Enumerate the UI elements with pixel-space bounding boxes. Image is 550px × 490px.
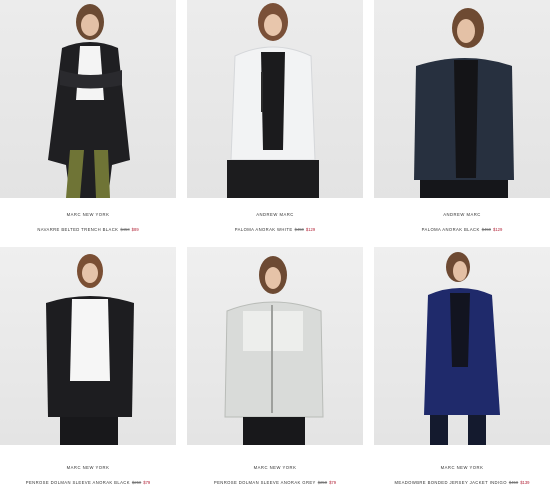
product-name[interactable]: PALOMA ANORAK BLACK: [422, 227, 480, 232]
product-image[interactable]: [0, 0, 176, 198]
product-brand: MARC NEW YORK: [253, 465, 297, 470]
sale-price: $129: [305, 227, 316, 233]
product-brand: ANDREW MARC: [443, 212, 481, 217]
sale-price: $129: [493, 227, 503, 233]
sale-price: $79: [143, 480, 151, 486]
original-price: $250: [131, 480, 142, 486]
product-image[interactable]: [187, 247, 363, 445]
product-info: MARC NEW YORK PENROSE DOLMAN SLEEVE ANOR…: [0, 465, 176, 490]
product-brand: MARC NEW YORK: [66, 465, 110, 470]
original-price: $450: [508, 480, 519, 486]
product-brand: MARC NEW YORK: [440, 465, 484, 470]
product-name[interactable]: PALOMA ANORAK WHITE: [235, 227, 293, 232]
product-info: ANDREW MARC PALOMA ANORAK WHITE $450 $129: [187, 212, 363, 237]
product-name[interactable]: NAVARRE BELTED TRENCH BLACK: [37, 227, 118, 232]
model-photo-grey-anorak: [224, 256, 324, 445]
model-photo-indigo-jacket: [424, 252, 500, 445]
product-brand: MARC NEW YORK: [66, 212, 110, 217]
product-info: ANDREW MARC PALOMA ANORAK BLACK $450 $129: [374, 212, 550, 237]
product-grid: MARC NEW YORK NAVARRE BELTED TRENCH BLAC…: [0, 0, 550, 485]
product-info: MARC NEW YORK NAVARRE BELTED TRENCH BLAC…: [0, 212, 176, 237]
product-image[interactable]: [187, 0, 363, 198]
sale-price: $139: [520, 480, 530, 486]
original-price: $450: [481, 227, 492, 233]
product-image[interactable]: [0, 247, 176, 445]
model-photo-black-anorak: [46, 254, 134, 445]
original-price: $250: [317, 480, 328, 486]
product-image[interactable]: [374, 247, 550, 445]
product-image[interactable]: [374, 0, 550, 198]
original-price: $450: [294, 227, 304, 233]
product-name[interactable]: MEADOWBRE BONDED JERSEY JACKET INDIGO: [394, 480, 506, 485]
product-info: MARC NEW YORK PENROSE DOLMAN SLEEVE ANOR…: [187, 465, 363, 490]
product-info: MARC NEW YORK MEADOWBRE BONDED JERSEY JA…: [374, 465, 550, 490]
product-name[interactable]: PENROSE DOLMAN SLEEVE ANORAK BLACK: [26, 480, 130, 485]
original-price: $450: [120, 227, 130, 233]
model-photo-black-trench: [48, 4, 130, 198]
product-name[interactable]: PENROSE DOLMAN SLEEVE ANORAK GREY: [214, 480, 316, 485]
sale-price: $79: [329, 480, 337, 486]
sale-price: $89: [131, 227, 139, 233]
model-photo-navy-anorak: [414, 8, 514, 198]
model-photo-white-anorak: [227, 3, 319, 198]
product-brand: ANDREW MARC: [256, 212, 294, 217]
